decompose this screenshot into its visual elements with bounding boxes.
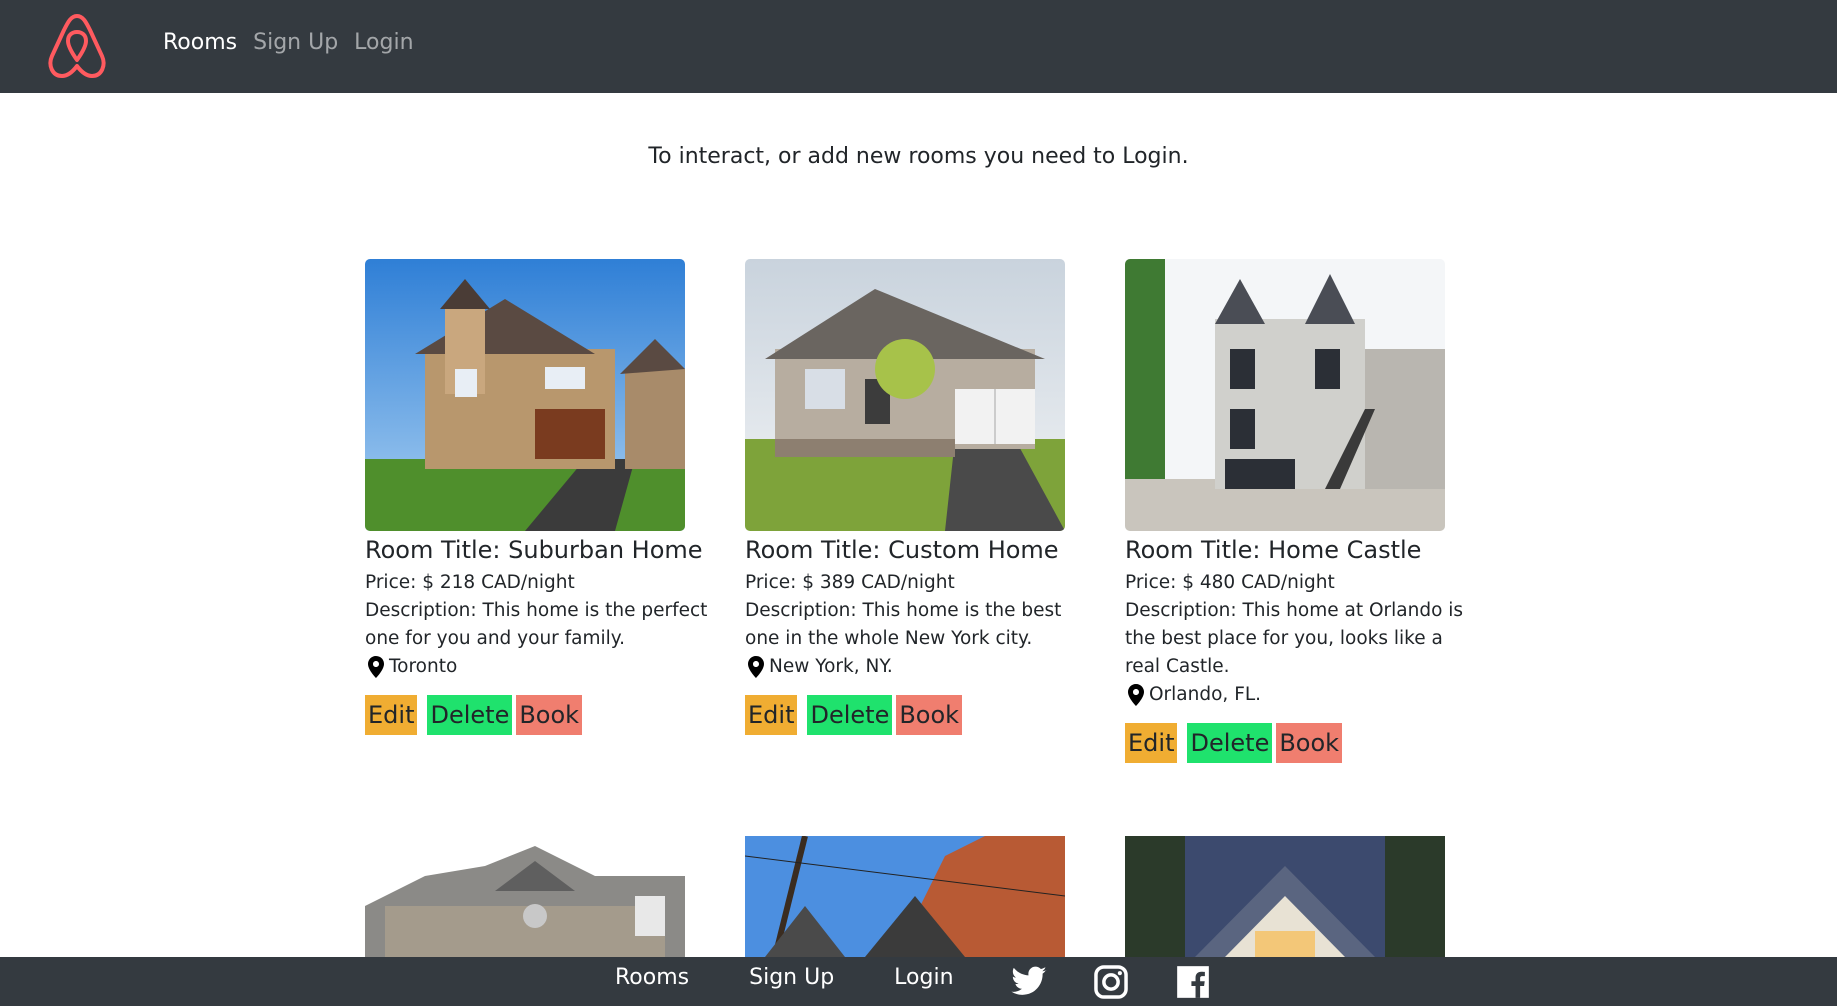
instagram-icon[interactable] — [1092, 963, 1130, 1001]
top-navbar: Rooms Sign Up Login — [0, 0, 1837, 93]
room-actions: Edit Delete Book — [745, 695, 1090, 735]
room-description: Description: This home is the best one i… — [745, 600, 1062, 649]
room-description: Description: This home is the perfect on… — [365, 600, 708, 649]
edit-button[interactable]: Edit — [365, 695, 418, 735]
room-photo-custom-home — [745, 259, 1065, 531]
delete-button[interactable]: Delete — [1187, 723, 1273, 763]
nav-login-link[interactable]: Login — [354, 30, 413, 55]
nav-rooms-link[interactable]: Rooms — [163, 30, 237, 55]
room-location-text: Toronto — [389, 656, 458, 677]
footer: Rooms Sign Up Login — [0, 957, 1837, 1006]
delete-button[interactable]: Delete — [427, 695, 513, 735]
book-button[interactable]: Book — [1276, 723, 1343, 763]
room-actions: Edit Delete Book — [365, 695, 710, 735]
airbnb-logo-icon[interactable] — [44, 10, 110, 82]
book-button[interactable]: Book — [896, 695, 963, 735]
room-price: Price: $ 218 CAD/night — [365, 572, 575, 593]
room-price: Price: $ 389 CAD/night — [745, 572, 955, 593]
nav-signup-link[interactable]: Sign Up — [253, 30, 338, 55]
room-title: Room Title: Suburban Home — [365, 536, 703, 564]
room-card: Room Title: Home Castle Price: $ 480 CAD… — [1125, 259, 1470, 763]
room-location-text: Orlando, FL. — [1149, 684, 1262, 705]
room-price: Price: $ 480 CAD/night — [1125, 572, 1335, 593]
location-pin-icon — [748, 656, 764, 678]
footer-rooms-link[interactable]: Rooms — [615, 965, 689, 990]
room-location-text: New York, NY. — [769, 656, 893, 677]
facebook-icon[interactable] — [1174, 963, 1212, 1001]
room-photo-partial — [1125, 836, 1445, 957]
edit-button[interactable]: Edit — [1125, 723, 1178, 763]
room-description: Description: This home at Orlando is the… — [1125, 600, 1464, 677]
room-actions: Edit Delete Book — [1125, 723, 1470, 763]
room-photo-partial — [745, 836, 1065, 957]
nav-links: Rooms Sign Up Login — [163, 30, 414, 55]
room-photo-suburban-home — [365, 259, 685, 531]
edit-button[interactable]: Edit — [745, 695, 798, 735]
login-notice: To interact, or add new rooms you need t… — [648, 144, 1189, 169]
location-pin-icon — [368, 656, 384, 678]
room-title: Room Title: Home Castle — [1125, 536, 1422, 564]
footer-links: Rooms Sign Up Login — [615, 965, 954, 990]
room-location: New York, NY. — [745, 653, 1090, 681]
room-card: Room Title: Suburban Home Price: $ 218 C… — [365, 259, 710, 735]
room-location: Orlando, FL. — [1125, 681, 1470, 709]
footer-login-link[interactable]: Login — [894, 965, 953, 990]
room-card: Room Title: Custom Home Price: $ 389 CAD… — [745, 259, 1090, 735]
delete-button[interactable]: Delete — [807, 695, 893, 735]
location-pin-icon — [1128, 684, 1144, 706]
book-button[interactable]: Book — [516, 695, 583, 735]
room-photo-home-castle — [1125, 259, 1445, 531]
twitter-icon[interactable] — [1010, 963, 1048, 1001]
room-location: Toronto — [365, 653, 710, 681]
room-title: Room Title: Custom Home — [745, 536, 1059, 564]
footer-signup-link[interactable]: Sign Up — [749, 965, 834, 990]
social-icons — [1010, 963, 1212, 1001]
room-photo-partial — [365, 836, 685, 957]
